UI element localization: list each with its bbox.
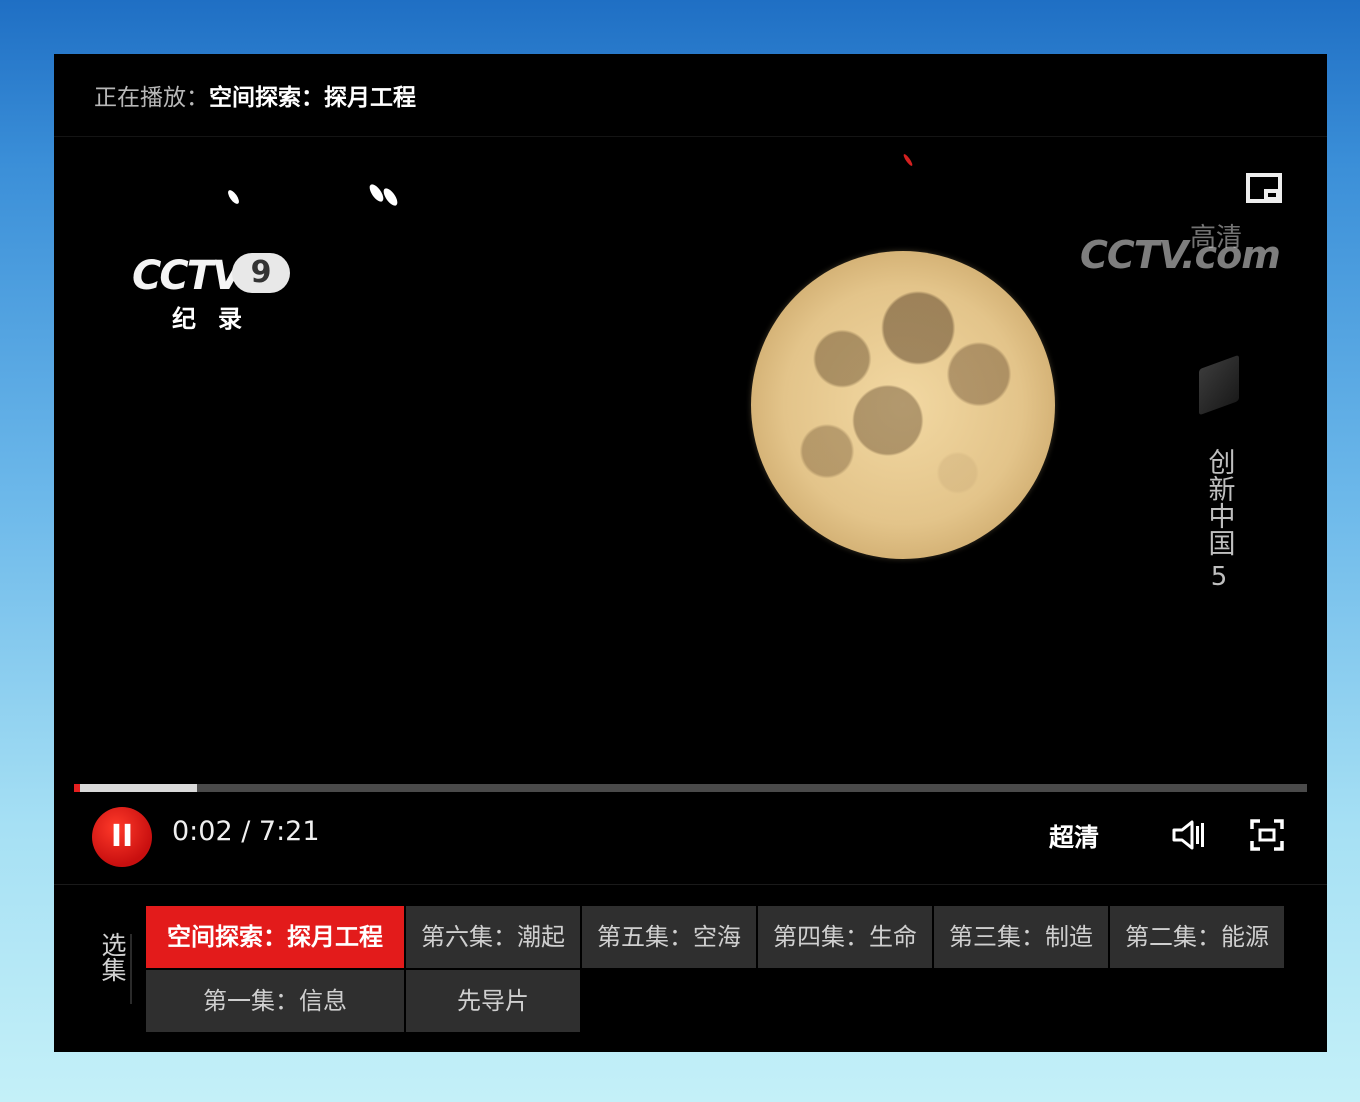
buffer-indicator [80,784,198,792]
episode-item[interactable]: 先导片 [406,970,580,1032]
cctv-com-watermark: CCTV.com 高清 [1080,223,1290,283]
control-bar: II 0:02 / 7:21 超清 [54,794,1327,884]
cctv-com-text: CCTV.com [1080,233,1281,277]
quality-button[interactable]: 超清 [1049,818,1099,854]
progress-bar[interactable] [74,784,1307,792]
now-playing-title: 空间探索：探月工程 [209,85,416,111]
light-streak [902,153,914,167]
time-display: 0:02 / 7:21 [172,816,320,847]
video-area[interactable]: CCTV 9 纪录 CCTV.com 高清 创新中国 5 [54,137,1327,837]
light-streak [226,188,241,206]
series-watermark: 创新中国 5 [1189,354,1249,662]
episode-item[interactable]: 第一集：信息 [146,970,404,1032]
episode-item[interactable]: 第四集：生命 [758,906,932,968]
fullscreen-icon[interactable] [1250,819,1284,851]
series-number: 5 [1210,562,1228,592]
episodes-label: 选集 [98,932,127,982]
cctv-com-tag: 高清 [1190,223,1243,253]
episode-item[interactable]: 第三集：制造 [934,906,1108,968]
light-streak [381,186,400,208]
cctv9-channel-number: 9 [232,253,290,293]
pause-icon: II [110,819,134,854]
pause-button[interactable]: II [92,807,152,867]
cctv9-logo-text: CCTV [132,253,243,299]
episodes-separator [130,934,132,1004]
volume-icon[interactable] [1172,820,1206,850]
cctv9-logo: CCTV 9 纪录 [132,247,302,337]
series-title: 创新中国 [1203,448,1235,556]
series-logo-shape [1199,354,1239,416]
picture-in-picture-icon[interactable] [1246,173,1282,203]
episode-item[interactable]: 空间探索：探月工程 [146,906,404,968]
episode-item[interactable]: 第二集：能源 [1110,906,1284,968]
episode-item[interactable]: 第五集：空海 [582,906,756,968]
video-player: 正在播放：空间探索：探月工程 CCTV 9 纪录 CCTV.com 高清 创新中… [54,54,1327,1052]
now-playing-label: 正在播放： [94,85,209,111]
now-playing-bar: 正在播放：空间探索：探月工程 [94,80,416,116]
cctv9-channel-sub: 纪录 [172,305,264,333]
moon-image [751,251,1055,559]
episodes-divider [54,884,1327,885]
episode-item[interactable]: 第六集：潮起 [406,906,580,968]
progress-fill [74,784,81,792]
